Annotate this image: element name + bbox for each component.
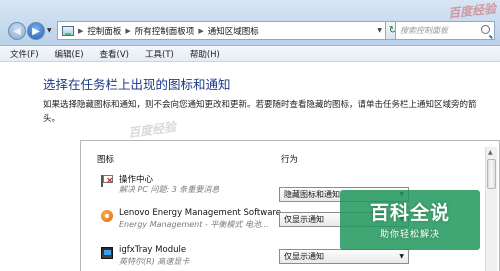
address-bar[interactable]: ▶ 控制面板 ▶ 所有控制面板项 ▶ 通知区域图标 ▼	[57, 21, 387, 40]
back-arrow-icon: ◀	[13, 25, 21, 37]
address-dropdown-icon[interactable]: ▼	[377, 27, 382, 34]
watermark-top: 百度经验	[447, 1, 497, 21]
column-header-behavior: 行为	[281, 155, 299, 165]
row-subtitle: 英特尔(R) 高速显卡	[119, 257, 190, 266]
menu-edit[interactable]: 编辑(E)	[55, 48, 84, 60]
menu-help[interactable]: 帮助(H)	[190, 48, 220, 60]
menu-tools[interactable]: 工具(T)	[145, 48, 174, 60]
page-title: 选择在任务栏上出现的图标和通知	[43, 77, 231, 92]
breadcrumb-separator-icon[interactable]: ▶	[78, 27, 83, 35]
back-button[interactable]: ◀	[8, 22, 26, 40]
search-icon[interactable]	[481, 25, 490, 34]
behavior-select-value: 隐藏图标和通知	[284, 190, 340, 199]
intel-graphics-icon	[101, 247, 113, 259]
behavior-select-value: 仅显示通知	[284, 215, 324, 224]
action-center-flag-icon	[101, 175, 114, 187]
menu-view[interactable]: 查看(V)	[100, 48, 129, 60]
menu-file[interactable]: 文件(F)	[10, 48, 39, 60]
breadcrumb-notification-icons[interactable]: 通知区域图标	[208, 25, 259, 37]
vertical-scrollbar[interactable]: ▲	[485, 147, 497, 271]
search-placeholder: 搜索控制面板	[400, 26, 448, 35]
row-title: igfxTray Module	[119, 245, 187, 255]
column-header-icon: 图标	[97, 155, 115, 165]
brand-watermark-title: 百科全说	[369, 202, 450, 224]
navigation-bar: ◀ ▶ ▼ ▶ 控制面板 ▶ 所有控制面板项 ▶ 通知区域图标 ▼ ↻ 搜索控制…	[0, 0, 500, 46]
breadcrumb-separator-icon[interactable]: ▶	[198, 27, 203, 35]
breadcrumb-separator-icon[interactable]: ▶	[125, 27, 130, 35]
menu-bar: 文件(F) 编辑(E) 查看(V) 工具(T) 帮助(H)	[0, 46, 500, 62]
brand-watermark: 百科全说 助你轻松解决	[350, 198, 470, 240]
search-input[interactable]: 搜索控制面板	[395, 21, 495, 40]
page-description: 如果选择隐藏图标和通知，则不会向您通知更改和更新。若要随时查看隐藏的图标，请单击…	[43, 100, 477, 124]
behavior-select[interactable]: 仅显示通知 ▼	[279, 249, 409, 264]
breadcrumb-control-panel[interactable]: 控制面板	[87, 25, 121, 37]
row-subtitle: 解决 PC 问题: 3 条重要消息	[119, 185, 220, 194]
recent-pages-dropdown[interactable]: ▼	[47, 27, 52, 34]
scrollbar-thumb[interactable]	[487, 159, 496, 189]
row-subtitle: Energy Management - 平衡模式 电池...	[119, 220, 269, 229]
chevron-down-icon: ▼	[399, 253, 404, 260]
brand-watermark-subtitle: 助你轻松解决	[379, 230, 440, 240]
control-panel-icon	[62, 25, 74, 36]
scroll-up-icon[interactable]: ▲	[488, 149, 493, 156]
behavior-select-value: 仅显示通知	[284, 252, 324, 261]
forward-button[interactable]: ▶	[27, 22, 45, 40]
row-title: Lenovo Energy Management Software	[119, 208, 281, 218]
breadcrumb-all-items[interactable]: 所有控制面板项	[135, 25, 195, 37]
forward-arrow-icon: ▶	[32, 25, 40, 37]
lenovo-energy-icon	[101, 210, 113, 222]
